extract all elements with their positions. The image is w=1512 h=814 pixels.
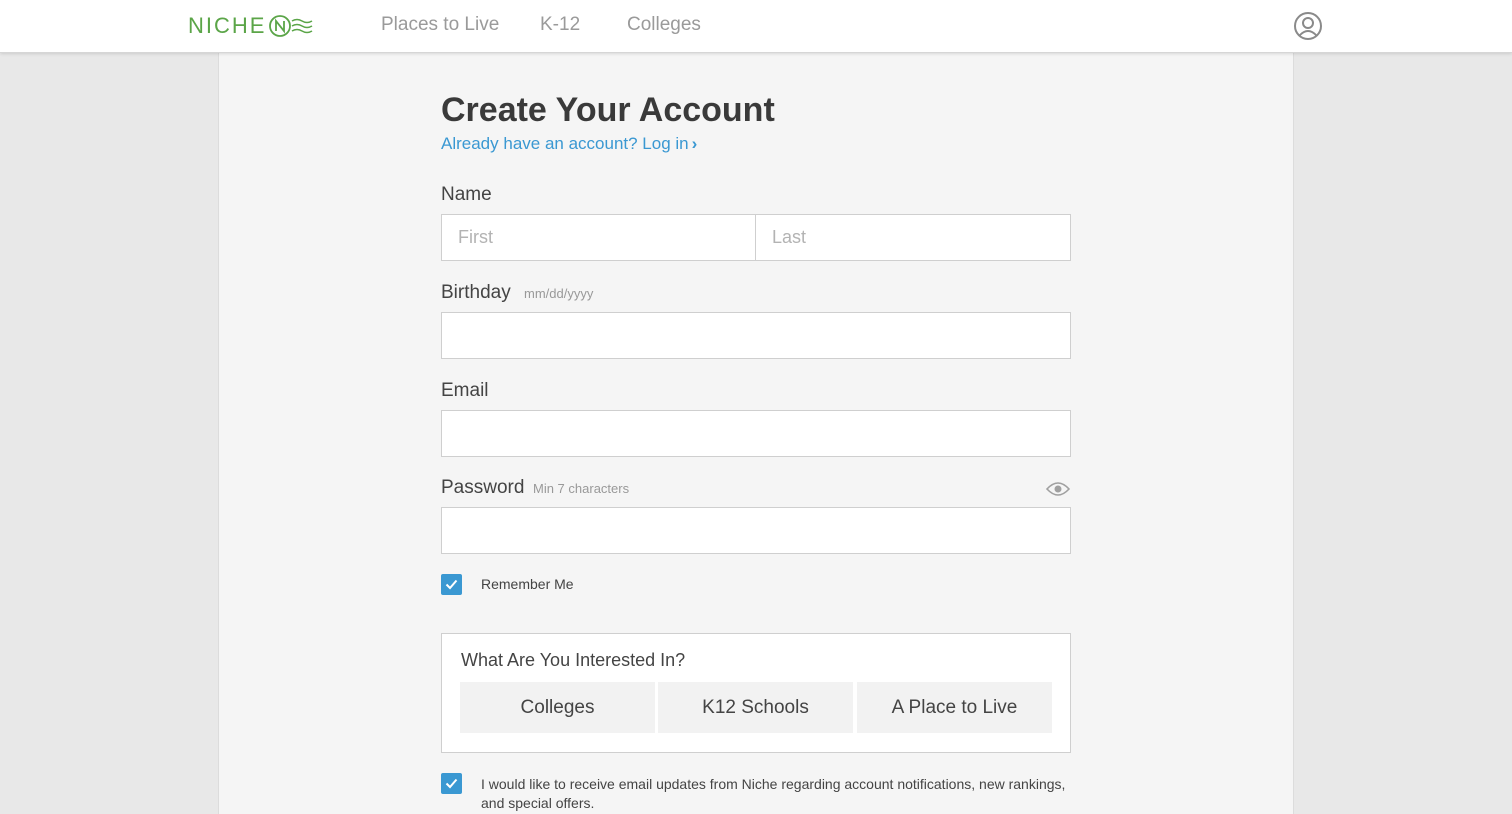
checkmark-icon bbox=[445, 778, 458, 789]
niche-logo[interactable]: NICHE bbox=[188, 12, 318, 40]
checkmark-icon bbox=[445, 579, 458, 590]
name-label: Name bbox=[441, 184, 492, 205]
nav-places-to-live[interactable]: Places to Live bbox=[381, 14, 499, 36]
remember-me-checkbox[interactable] bbox=[441, 574, 462, 595]
birthday-hint: mm/dd/yyyy bbox=[524, 286, 594, 301]
password-input[interactable] bbox=[441, 507, 1071, 554]
birthday-label: Birthday bbox=[441, 282, 511, 303]
email-input[interactable] bbox=[441, 410, 1071, 457]
email-updates-label: I would like to receive email updates fr… bbox=[481, 776, 1066, 811]
top-nav-bar: NICHE Places to Live K-12 Colleges bbox=[0, 0, 1512, 53]
login-link[interactable]: Already have an account? Log in › bbox=[441, 134, 697, 154]
birthday-input[interactable] bbox=[441, 312, 1071, 359]
user-circle-icon[interactable] bbox=[1293, 11, 1323, 41]
interest-colleges-button[interactable]: Colleges bbox=[460, 682, 655, 733]
password-label: Password bbox=[441, 477, 525, 498]
logo-wordmark: NICHE bbox=[188, 13, 267, 38]
remember-me-label: Remember Me bbox=[481, 576, 574, 592]
eye-icon[interactable] bbox=[1046, 481, 1070, 497]
niche-logo-icon bbox=[269, 15, 313, 37]
nav-k12[interactable]: K-12 bbox=[540, 14, 580, 36]
interests-box: What Are You Interested In? Colleges K12… bbox=[441, 633, 1071, 753]
page-title: Create Your Account bbox=[441, 91, 775, 129]
last-name-input[interactable] bbox=[755, 214, 1071, 261]
first-name-input[interactable] bbox=[441, 214, 756, 261]
chevron-right-icon: › bbox=[691, 134, 698, 153]
password-hint: Min 7 characters bbox=[533, 481, 630, 496]
nav-colleges[interactable]: Colleges bbox=[627, 14, 701, 36]
interest-k12-button[interactable]: K12 Schools bbox=[658, 682, 853, 733]
interests-title: What Are You Interested In? bbox=[461, 650, 686, 670]
interest-place-to-live-button[interactable]: A Place to Live bbox=[857, 682, 1052, 733]
email-label: Email bbox=[441, 380, 489, 401]
login-link-text: Already have an account? Log in bbox=[441, 134, 689, 153]
email-updates-checkbox[interactable] bbox=[441, 773, 462, 794]
